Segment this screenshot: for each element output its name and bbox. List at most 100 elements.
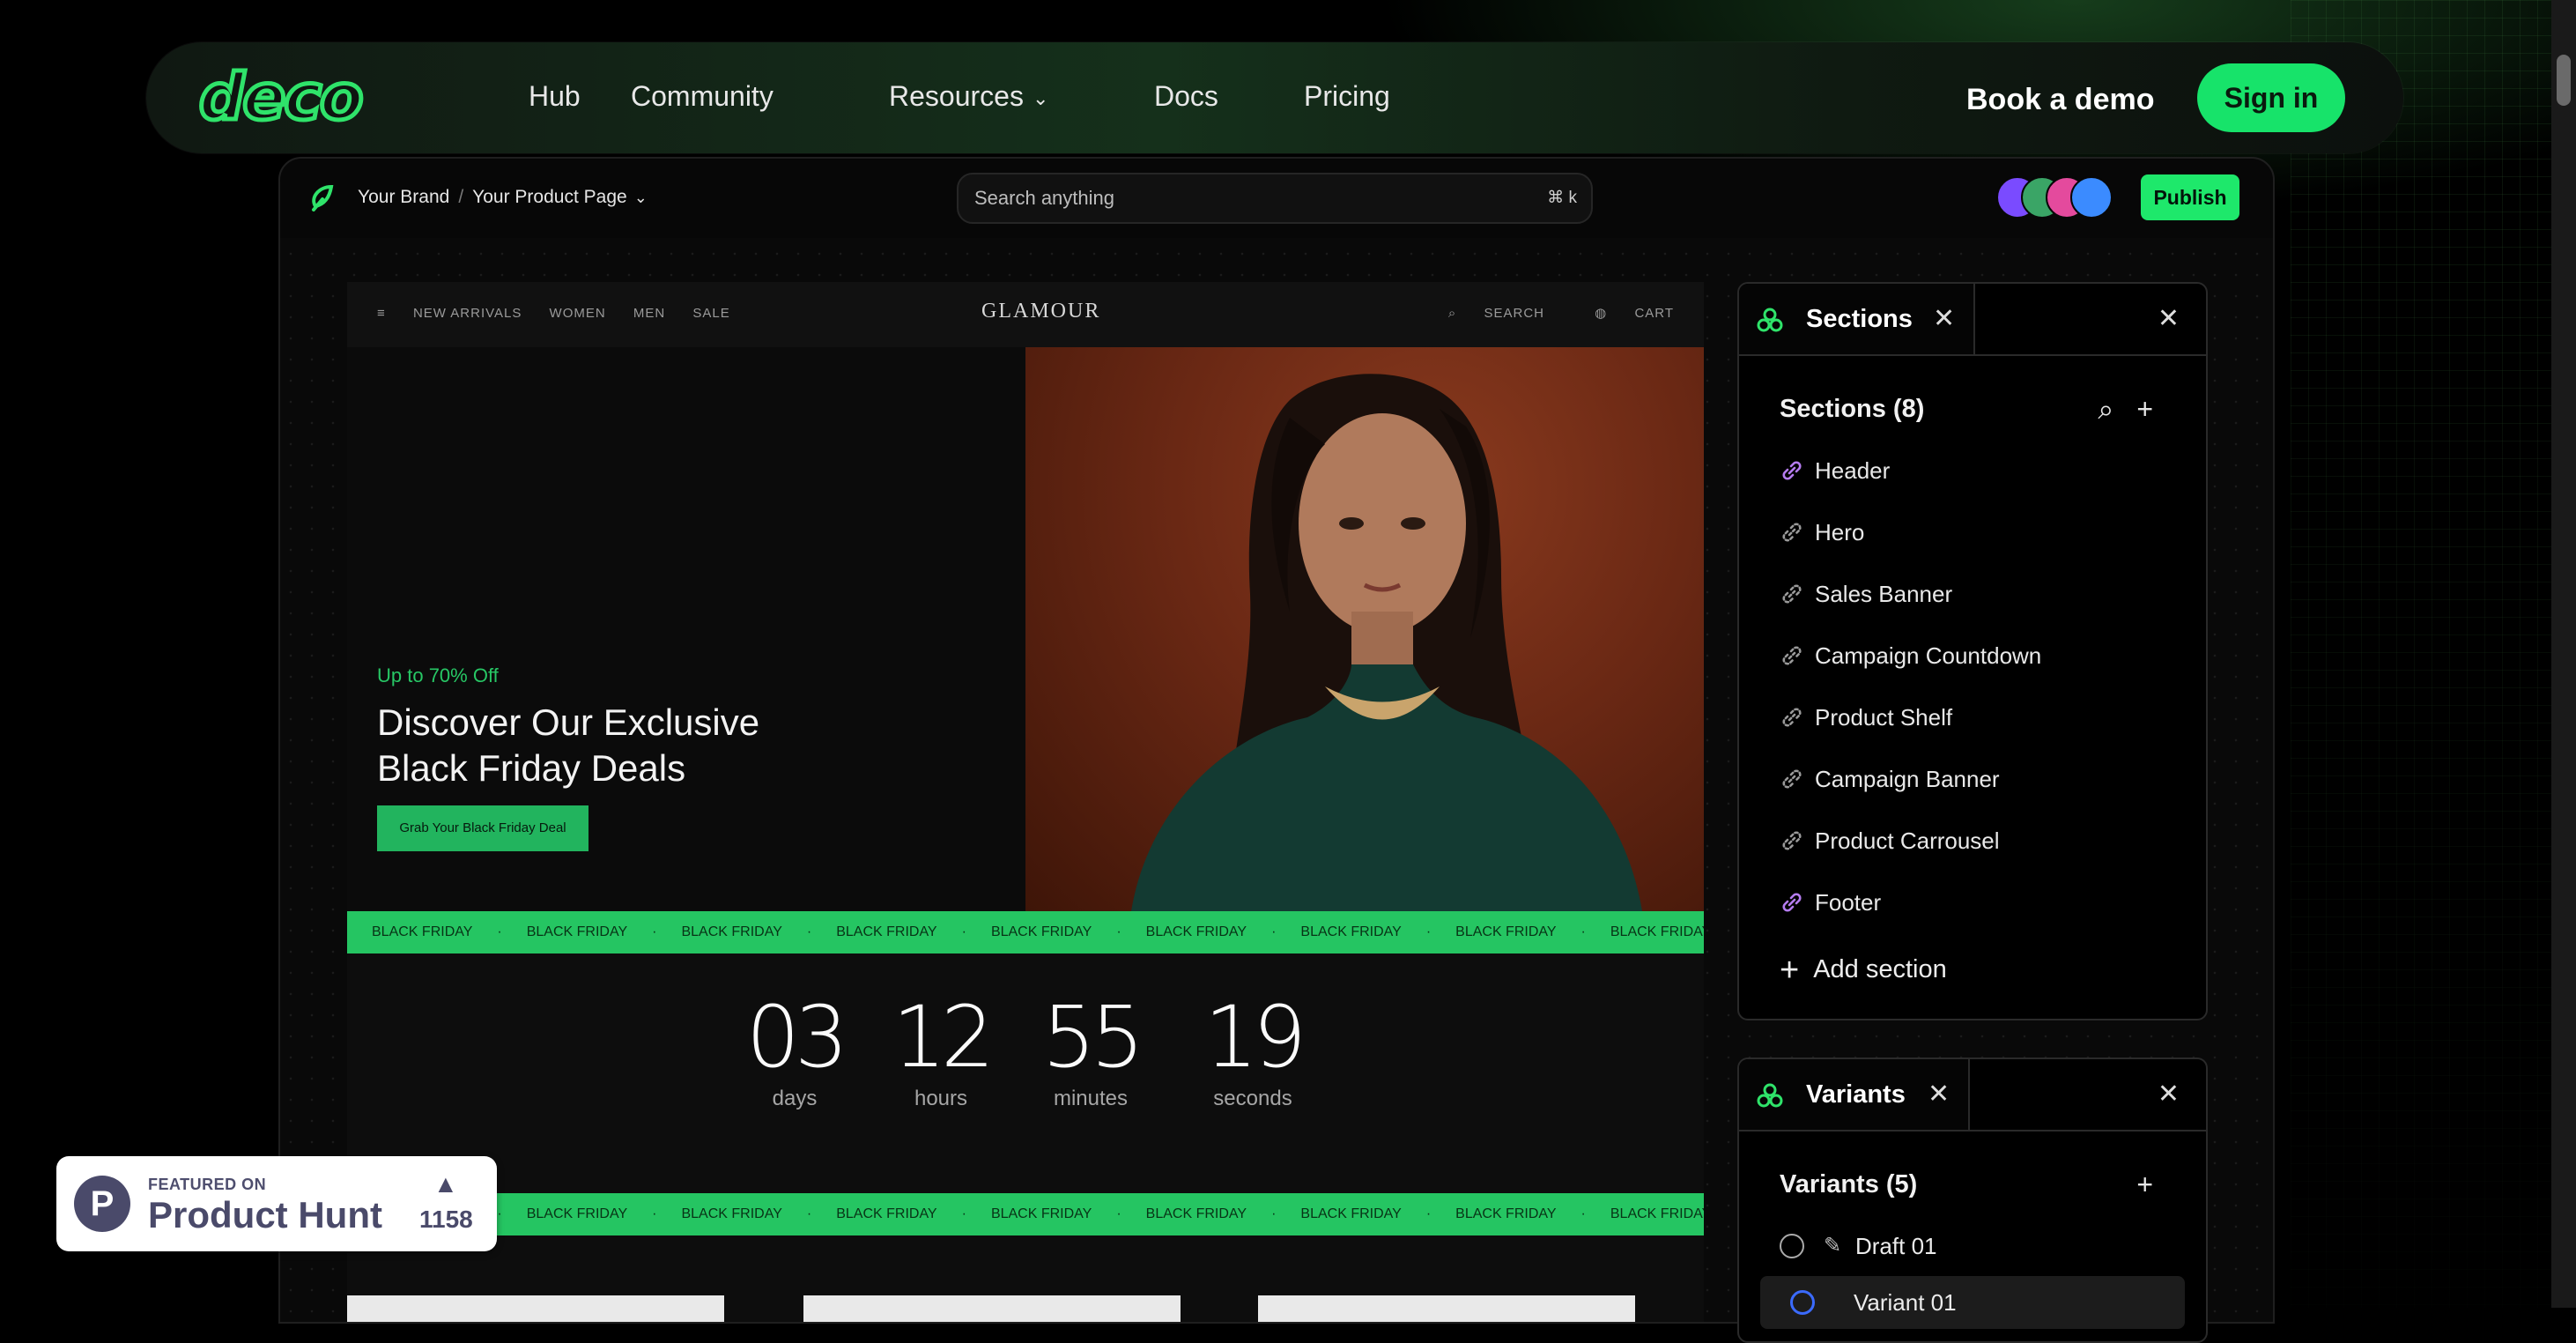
ticker-item: BLACK FRIDAY (990, 1206, 1092, 1221)
publish-button[interactable]: Publish (2141, 174, 2239, 220)
section-item-campaign-countdown[interactable]: Campaign Countdown (1780, 638, 2167, 673)
scrollbar-thumb[interactable] (2557, 55, 2571, 106)
variant-radio[interactable] (1780, 1234, 1804, 1258)
hero-text-area: Up to 70% Off Discover Our Exclusive Bla… (347, 347, 1025, 911)
ticker-separator: · (1271, 1206, 1277, 1221)
countdown-label: seconds (1213, 1087, 1292, 1110)
store-search[interactable]: ⌕ SEARCH (1425, 306, 1544, 321)
product-card[interactable] (803, 1295, 1181, 1322)
tab-sections-label: Sections (1806, 305, 1913, 333)
close-icon[interactable]: ✕ (1933, 301, 1955, 337)
search-input[interactable]: Search anything ⌘ k (957, 173, 1593, 224)
store-search-label: SEARCH (1484, 306, 1544, 321)
store-menu-item[interactable]: WOMEN (550, 306, 606, 321)
section-item-product-shelf[interactable]: Product Shelf (1780, 700, 2167, 735)
plus-icon[interactable]: + (2136, 1169, 2153, 1200)
ticker-separator: · (497, 1206, 502, 1221)
ticker-item: BLACK FRIDAY (1145, 924, 1247, 939)
ticker-item: BLACK FRIDAY (1455, 924, 1557, 939)
nav-link-hub[interactable]: Hub (529, 74, 581, 118)
chevron-down-icon: ⌄ (1032, 86, 1049, 109)
hero-cta-button[interactable]: Grab Your Black Friday Deal (377, 805, 588, 851)
nav-link-pricing[interactable]: Pricing (1304, 74, 1390, 118)
book-demo-link[interactable]: Book a demo (1966, 78, 2154, 122)
breadcrumb-brand[interactable]: Your Brand (358, 187, 449, 207)
hamburger-icon[interactable]: ≡ (377, 306, 386, 321)
ticker-separator: · (497, 924, 502, 939)
upvote-count: 1158 (419, 1206, 473, 1233)
variant-item-draft[interactable]: ✎ Draft 01 (1780, 1228, 2167, 1264)
variant-item-selected[interactable]: Variant 01 (1760, 1276, 2185, 1329)
product-card[interactable] (1258, 1295, 1635, 1322)
ticker-separator: · (652, 924, 657, 939)
countdown-hours: 12 hours (870, 989, 1011, 1112)
background-grid (2291, 0, 2576, 1308)
ticker-separator: · (1116, 924, 1121, 939)
close-icon[interactable]: ✕ (1928, 1077, 1950, 1112)
section-label: Footer (1815, 889, 1882, 916)
unlinked-icon (1782, 769, 1802, 789)
breadcrumb-page[interactable]: Your Product Page (472, 187, 627, 207)
variant-label: Variant 01 (1854, 1289, 1957, 1316)
product-card[interactable] (347, 1295, 724, 1322)
product-hunt-badge[interactable]: P FEATURED ON Product Hunt ▲ 1158 (56, 1156, 497, 1251)
editor-toolbar: Your Brand / Your Product Page ⌄ Search any… (280, 159, 2273, 238)
tab-sections[interactable]: Sections ✕ (1739, 284, 1975, 354)
deco-logo[interactable]: deco (197, 60, 366, 135)
sections-panel-tabbar: Sections ✕ ✕ (1739, 284, 2206, 356)
close-icon[interactable]: ✕ (2158, 1077, 2180, 1112)
store-menu-item[interactable]: NEW ARRIVALS (413, 306, 522, 321)
sections-icon (1757, 308, 1783, 332)
nav-link-community[interactable]: Community (631, 74, 774, 118)
page-scrollbar[interactable] (2551, 0, 2576, 1308)
sections-actions: ⌕ + (2075, 391, 2153, 427)
section-item-header[interactable]: Header (1780, 453, 2167, 488)
store-menu-item[interactable]: SALE (692, 306, 729, 321)
hero-title: Discover Our Exclusive Black Friday Deal… (377, 701, 760, 789)
product-hunt-featured: FEATURED ON (148, 1176, 267, 1193)
section-item-sales-banner[interactable]: Sales Banner (1780, 576, 2167, 612)
store-header: ≡ NEW ARRIVALS WOMEN MEN SALE GLAMOUR ⌕ … (347, 282, 1704, 347)
sign-in-button[interactable]: Sign in (2197, 63, 2345, 132)
store-brand[interactable]: GLAMOUR (981, 300, 1099, 323)
plus-icon: + (1780, 952, 1800, 990)
deco-mini-logo-icon (312, 184, 334, 211)
ticker-item: BLACK FRIDAY (836, 1206, 937, 1221)
countdown-label: minutes (1053, 1087, 1129, 1110)
ticker-item: BLACK FRIDAY (836, 924, 937, 939)
ticker-separator: · (652, 1206, 657, 1221)
hero-promo: Up to 70% Off (377, 664, 499, 686)
chevron-down-icon[interactable]: ⌄ (634, 189, 648, 206)
nav-link-docs[interactable]: Docs (1154, 74, 1218, 118)
section-item-campaign-banner[interactable]: Campaign Banner (1780, 761, 2167, 797)
unlinked-icon (1782, 584, 1802, 604)
store-menu-item[interactable]: MEN (633, 306, 665, 321)
section-label: Header (1815, 457, 1891, 484)
store-cart[interactable]: ◍ CART (1572, 306, 1674, 321)
product-hunt-name: Product Hunt (148, 1194, 382, 1235)
add-section-button[interactable]: + Add section (1780, 952, 1947, 988)
tab-variants[interactable]: Variants ✕ (1739, 1059, 1970, 1130)
countdown-value: 55 (1041, 988, 1144, 1087)
search-icon[interactable]: ⌕ (2098, 393, 2113, 425)
ticker-item: BLACK FRIDAY (1300, 1206, 1402, 1221)
avatar[interactable] (2070, 176, 2113, 219)
ticker-item: BLACK FRIDAY (1610, 924, 1704, 939)
plus-icon[interactable]: + (2136, 393, 2153, 425)
section-item-hero[interactable]: Hero (1780, 515, 2167, 550)
ticker-item: BLACK FRIDAY (1145, 1206, 1247, 1221)
ticker-item: BLACK FRIDAY (1455, 1206, 1557, 1221)
variant-radio[interactable] (1790, 1290, 1815, 1315)
ticker-separator: · (806, 1206, 812, 1221)
ticker-separator: · (1425, 924, 1432, 939)
close-icon[interactable]: ✕ (2158, 301, 2180, 337)
section-item-product-carrousel[interactable]: Product Carrousel (1780, 823, 2167, 858)
pencil-icon: ✎ (1824, 1234, 1842, 1258)
ticker-separator: · (1580, 1206, 1586, 1221)
ticker-separator: · (1271, 924, 1277, 939)
collaborator-avatars (1996, 176, 2120, 219)
section-item-footer[interactable]: Footer (1780, 885, 2167, 920)
sections-panel: Sections ✕ ✕ Sections (8) ⌕ + Header Hero… (1737, 282, 2208, 1020)
nav-link-resources[interactable]: Resources ⌄ (889, 74, 1048, 121)
store-actions: ⌕ SEARCH ◍ CART (1403, 303, 1674, 324)
